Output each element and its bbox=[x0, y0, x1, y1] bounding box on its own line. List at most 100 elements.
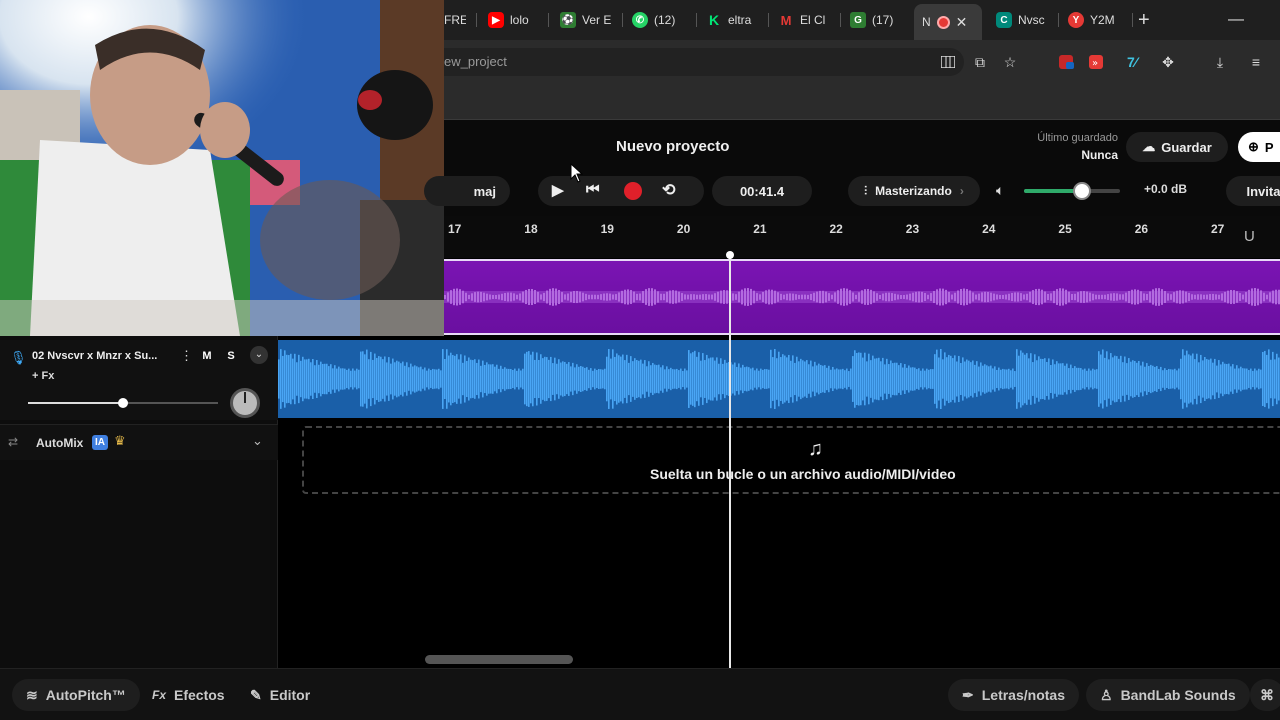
tab-label: lolo bbox=[510, 13, 529, 27]
browser-tab[interactable]: FREI bbox=[444, 6, 466, 34]
extensions-puzzle-icon[interactable]: ✥ bbox=[1158, 52, 1178, 72]
browser-tab-bar: FREI ▶ lolo ⚽ Ver E ✆ (12) K eltra M El … bbox=[444, 0, 1280, 40]
publish-button[interactable]: ⊕ P bbox=[1238, 132, 1280, 162]
download-icon[interactable]: ⤓ bbox=[1210, 52, 1230, 72]
drop-zone-text: Suelta un bucle o un archivo audio/MIDI/… bbox=[650, 466, 956, 482]
browser-tab[interactable]: ▶ lolo bbox=[488, 6, 544, 34]
autopitch-icon: ≋ bbox=[26, 686, 38, 703]
minimize-icon[interactable]: — bbox=[1228, 6, 1248, 34]
tab-label: Nvsc bbox=[1018, 13, 1045, 27]
save-button[interactable]: ☁ Guardar bbox=[1126, 132, 1228, 162]
bandlab-sounds-button[interactable]: ♙ BandLab Sounds bbox=[1086, 679, 1250, 711]
extension-icon[interactable] bbox=[1056, 52, 1076, 72]
address-bar[interactable]: ew_project bbox=[444, 48, 964, 76]
timeline-ruler[interactable]: 17 18 19 20 21 22 23 24 25 26 27 U bbox=[444, 216, 1280, 258]
svg-text:»: » bbox=[1092, 58, 1098, 69]
invite-button[interactable]: Invitar bbox=[1226, 176, 1280, 206]
canva-icon: C bbox=[996, 12, 1012, 28]
automix-icon: ⇄ bbox=[8, 435, 19, 449]
speaker-icon[interactable]: 🔈︎ bbox=[996, 182, 1004, 199]
browser-tab[interactable]: M El Cl bbox=[778, 6, 834, 34]
horizontal-scrollbar[interactable] bbox=[425, 655, 573, 664]
volume-db: +0.0 dB bbox=[1144, 182, 1188, 196]
extension-icon[interactable]: » bbox=[1086, 52, 1106, 72]
tab-label: FREI bbox=[444, 13, 466, 27]
kick-icon: K bbox=[708, 12, 720, 28]
mastering-button[interactable]: ⫶ Masterizando › bbox=[848, 176, 980, 206]
mute-button[interactable]: M bbox=[196, 346, 218, 366]
play-icon[interactable]: ▶ bbox=[552, 181, 564, 199]
ruler-tick: 17 bbox=[448, 222, 462, 236]
browser-tab[interactable]: G (17) bbox=[850, 6, 906, 34]
new-tab-icon[interactable]: + bbox=[1138, 6, 1158, 34]
ruler-tick: 25 bbox=[1058, 222, 1072, 236]
automix-row[interactable]: ⇄ AutoMix IA ♛ ⌄ bbox=[0, 424, 278, 460]
browser-bookmarks-bar bbox=[444, 84, 1280, 120]
browser-tab-active[interactable]: N ✕ bbox=[914, 4, 982, 40]
editor-button[interactable]: ✎ Editor bbox=[236, 679, 324, 711]
solo-button[interactable]: S bbox=[220, 346, 242, 366]
autopitch-label: AutoPitch™ bbox=[45, 687, 126, 703]
track-menu-icon[interactable]: ⋮ bbox=[180, 348, 193, 364]
ruler-tick: 26 bbox=[1134, 222, 1149, 236]
track-volume-knob[interactable] bbox=[118, 398, 128, 408]
browser-tab[interactable]: ✆ (12) bbox=[632, 6, 694, 34]
time-display: 00:41.4 bbox=[712, 176, 812, 206]
shortcuts-button[interactable]: ⌘ bbox=[1250, 679, 1280, 711]
m-logo-icon: M bbox=[780, 12, 792, 28]
reading-list-icon[interactable]: ≡ bbox=[1246, 52, 1266, 72]
pan-knob[interactable] bbox=[230, 388, 260, 418]
track-header[interactable]: 🎙︎ 02 Nvscvr x Mnzr x Su... ⋮ M S ⌄ + Fx bbox=[0, 340, 278, 420]
skip-back-icon[interactable]: ⏮ bbox=[586, 181, 600, 198]
key-button[interactable]: maj bbox=[424, 176, 510, 206]
chevron-down-icon[interactable]: ⌄ bbox=[250, 346, 268, 364]
globe-icon: ⊕ bbox=[1248, 139, 1259, 154]
tab-label: (12) bbox=[654, 13, 676, 27]
tab-separator bbox=[1132, 13, 1133, 27]
chevron-down-icon[interactable]: ⌄ bbox=[252, 433, 263, 449]
ruler-tick: 18 bbox=[524, 222, 538, 236]
lyrics-label: Letras/notas bbox=[981, 687, 1065, 703]
browser-tab[interactable]: Y Y2M bbox=[1068, 6, 1126, 34]
ruler-tick: 21 bbox=[753, 222, 767, 236]
vocal-audio-clip[interactable] bbox=[444, 259, 1280, 335]
browser-tab[interactable]: K eltra bbox=[706, 6, 762, 34]
add-fx-button[interactable]: + Fx bbox=[32, 370, 54, 382]
tab-label: Y2M bbox=[1090, 13, 1115, 27]
autopitch-button[interactable]: ≋ AutoPitch™ bbox=[12, 679, 140, 711]
record-icon[interactable] bbox=[624, 182, 642, 200]
browser-toolbar: ew_project ⧉ ☆ » 7⁄ ✥ ⤓ ≡ bbox=[444, 40, 1280, 84]
cloud-upload-icon: ☁ bbox=[1142, 139, 1156, 154]
browser-tab[interactable]: ⚽ Ver E bbox=[560, 6, 618, 34]
playhead[interactable] bbox=[729, 254, 731, 668]
extension-icon[interactable]: 7⁄ bbox=[1122, 52, 1142, 72]
reader-icon[interactable] bbox=[938, 52, 958, 72]
track-volume-slider[interactable] bbox=[28, 398, 218, 408]
close-tab-icon[interactable]: ✕ bbox=[956, 14, 968, 31]
playhead-handle[interactable] bbox=[726, 251, 734, 259]
master-volume-slider[interactable] bbox=[1024, 182, 1120, 200]
sounds-icon: ♙ bbox=[1100, 686, 1113, 703]
webcam-overlay bbox=[0, 0, 444, 336]
bookmark-star-icon[interactable]: ☆ bbox=[1000, 52, 1020, 72]
effects-button[interactable]: Fx Efectos bbox=[138, 679, 239, 711]
invite-label: Invitar bbox=[1246, 183, 1280, 199]
youtube-icon: ▶ bbox=[488, 12, 504, 28]
magnet-snap-icon[interactable]: U bbox=[1244, 228, 1255, 245]
drop-zone[interactable]: ♫ Suelta un bucle o un archivo audio/MID… bbox=[302, 426, 1280, 494]
lyrics-button[interactable]: ✒ Letras/notas bbox=[948, 679, 1079, 711]
track-name[interactable]: 02 Nvscvr x Mnzr x Su... bbox=[32, 350, 170, 362]
tab-label: eltra bbox=[728, 13, 752, 27]
tab-separator bbox=[1058, 13, 1059, 27]
command-icon: ⌘ bbox=[1260, 686, 1274, 703]
beat-audio-clip[interactable] bbox=[278, 340, 1280, 418]
project-title[interactable]: Nuevo proyecto bbox=[616, 138, 729, 155]
loop-icon[interactable]: ⟲ bbox=[662, 180, 675, 200]
ruler-tick: 23 bbox=[905, 222, 920, 236]
browser-tab[interactable]: C Nvsc bbox=[996, 6, 1052, 34]
vocal-waveform bbox=[444, 288, 1280, 306]
transport-controls: ▶ ⏮ ⟲ bbox=[538, 176, 704, 206]
volume-knob[interactable] bbox=[1072, 182, 1091, 200]
time-value: 00:41.4 bbox=[739, 183, 785, 199]
cast-icon[interactable]: ⧉ bbox=[970, 52, 990, 72]
